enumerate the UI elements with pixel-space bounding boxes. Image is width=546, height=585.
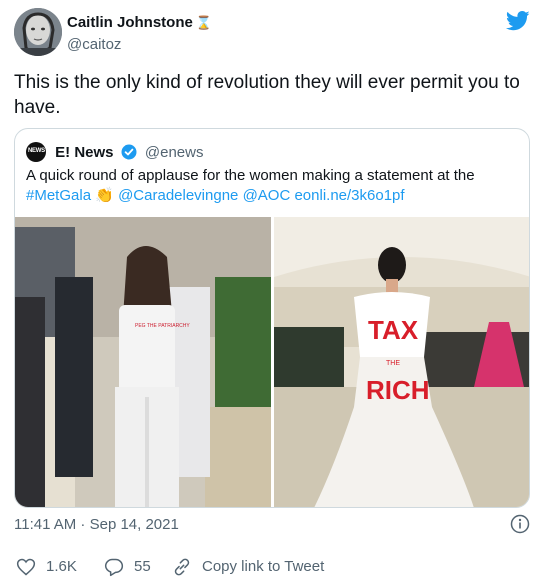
reply-count: 55 — [134, 558, 151, 575]
link-icon — [174, 558, 190, 576]
like-button[interactable]: 1.6K — [16, 556, 96, 578]
enews-logo[interactable]: NEWS — [26, 142, 46, 162]
mention-link-cara[interactable]: @Caradelevingne — [118, 187, 238, 204]
mention-link-aoc[interactable]: @AOC — [243, 187, 291, 204]
media-photo-right[interactable]: TAX THE RICH — [274, 217, 529, 507]
media-photo-left[interactable]: PEG THE PATRIARCHY — [15, 217, 271, 507]
like-count: 1.6K — [46, 558, 77, 575]
author-name[interactable]: Caitlin Johnstone ⌛ — [67, 14, 212, 31]
quoted-media: PEG THE PATRIARCHY TAX THE RICH — [15, 217, 529, 507]
tweet-actions: 1.6K 55 Copy link to Tweet — [14, 556, 532, 578]
tweet-timestamp[interactable]: 11:41 AM · Sep 14, 2021 — [14, 516, 179, 533]
copy-link-label: Copy link to Tweet — [202, 558, 325, 575]
tweet-text: This is the only kind of revolution they… — [14, 72, 520, 118]
reply-button[interactable]: 55 — [104, 556, 174, 578]
copy-link-button[interactable]: Copy link to Tweet — [172, 556, 352, 578]
heart-icon — [16, 558, 36, 576]
clapping-emoji: 👏 — [95, 187, 114, 204]
quoted-author-handle[interactable]: @enews — [145, 144, 204, 161]
reply-bubble-icon — [104, 558, 124, 577]
twitter-bird-icon[interactable] — [506, 10, 530, 32]
quoted-text-line: A quick round of applause for the women … — [26, 167, 475, 184]
quoted-tweet[interactable]: NEWS E! News @enews A quick round of app… — [14, 128, 530, 508]
enews-logo-text: NEWS — [28, 148, 45, 154]
tweet-header: Caitlin Johnstone ⌛ @caitoz — [14, 8, 532, 58]
quoted-tweet-text: A quick round of applause for the women … — [26, 166, 522, 206]
avatar[interactable] — [14, 8, 62, 56]
author-name-text[interactable]: Caitlin Johnstone — [67, 14, 193, 31]
url-link[interactable]: eonli.ne/3k6o1pf — [294, 187, 404, 204]
hourglass-icon: ⌛ — [195, 15, 213, 30]
dress-text-tax: TAX — [368, 315, 419, 345]
verified-badge-icon — [121, 144, 137, 160]
dress-text-left: PEG THE PATRIARCHY — [135, 323, 190, 329]
dress-text-rich: RICH — [366, 375, 430, 405]
info-icon[interactable] — [510, 514, 530, 534]
quoted-author-name[interactable]: E! News — [55, 144, 113, 161]
quoted-tweet-header: NEWS E! News @enews — [26, 142, 203, 162]
hashtag-link[interactable]: #MetGala — [26, 187, 91, 204]
dress-text-the: THE — [386, 360, 400, 367]
author-handle[interactable]: @caitoz — [67, 36, 121, 53]
